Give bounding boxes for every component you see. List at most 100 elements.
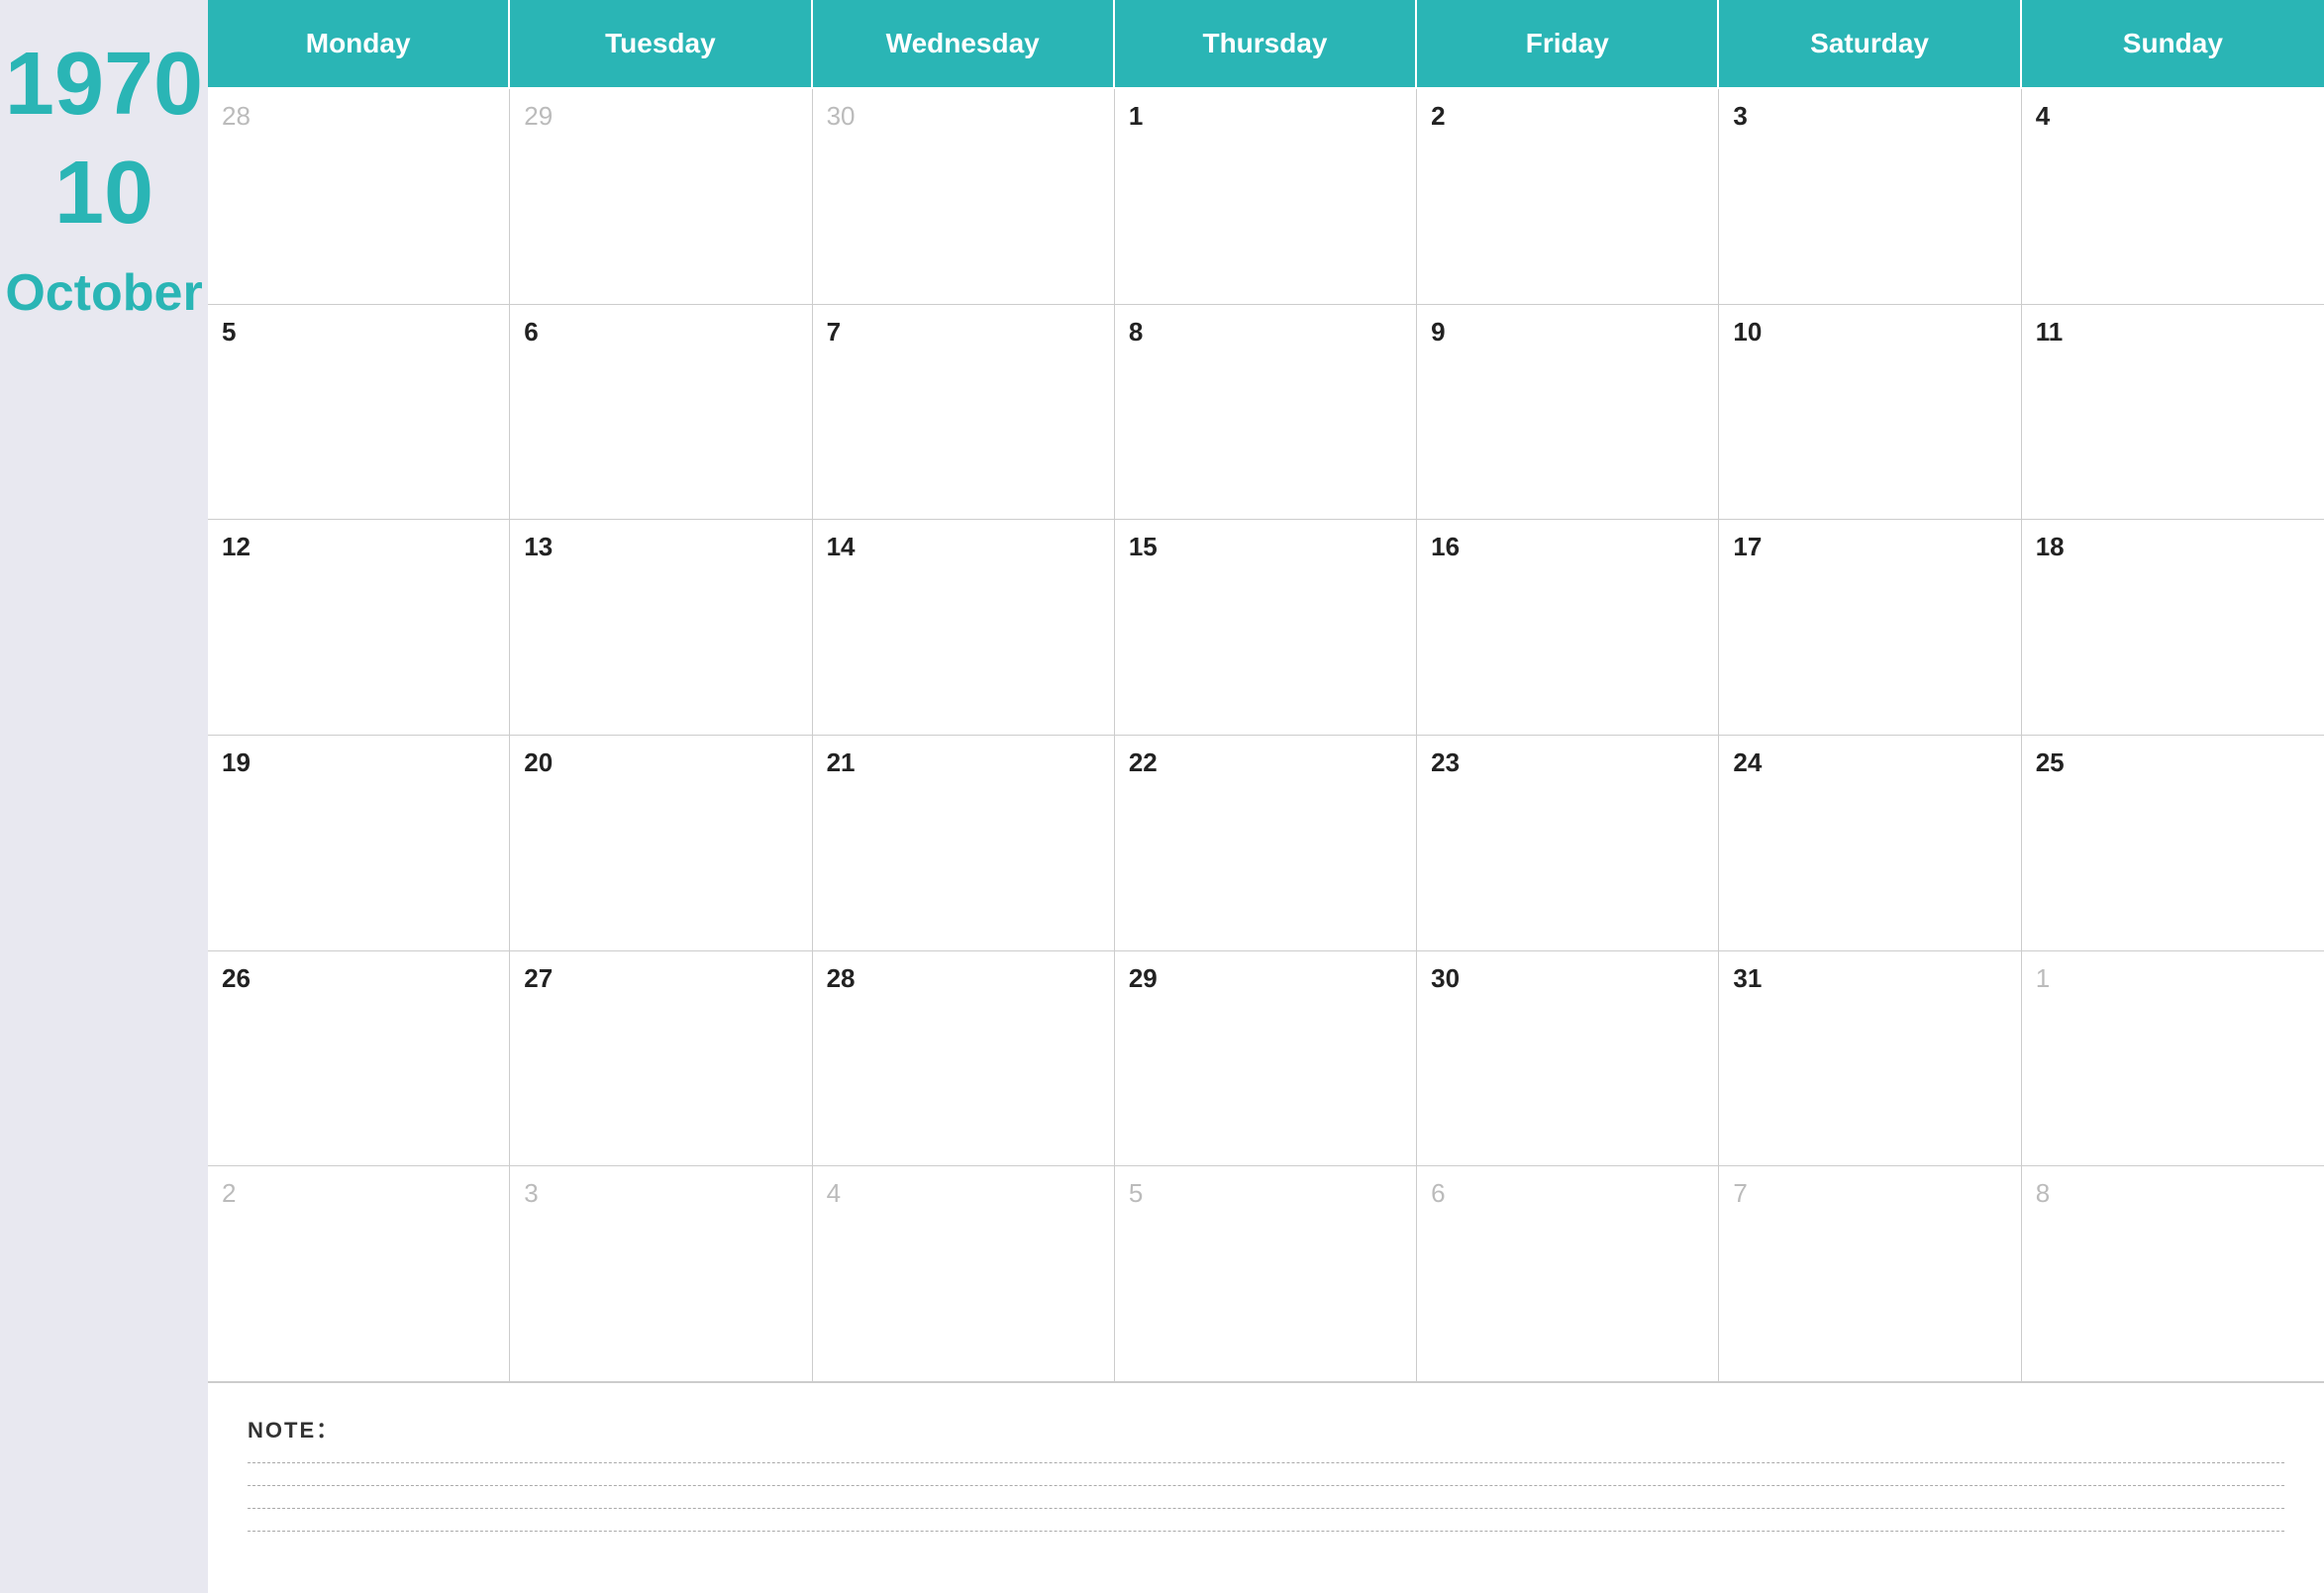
notes-line xyxy=(248,1508,2284,1509)
calendar-cell: 27 xyxy=(510,951,812,1167)
year-label: 1970 xyxy=(5,40,203,129)
calendar-cell: 7 xyxy=(1719,1166,2021,1382)
calendar-cell: 28 xyxy=(208,89,510,305)
calendar-cell: 29 xyxy=(510,89,812,305)
notes-section: NOTE： xyxy=(208,1382,2324,1593)
calendar-cell: 2 xyxy=(208,1166,510,1382)
cell-number: 15 xyxy=(1129,532,1158,561)
cell-number: 28 xyxy=(222,101,251,131)
calendar-cell: 12 xyxy=(208,520,510,736)
calendar-cell: 30 xyxy=(813,89,1115,305)
day-header-saturday: Saturday xyxy=(1719,0,2021,89)
cell-number: 11 xyxy=(2036,317,2064,347)
cell-number: 23 xyxy=(1431,747,1460,777)
day-header-monday: Monday xyxy=(208,0,510,89)
cell-number: 18 xyxy=(2036,532,2065,561)
calendar-cell: 6 xyxy=(1417,1166,1719,1382)
calendar-cell: 10 xyxy=(1719,305,2021,521)
days-header: MondayTuesdayWednesdayThursdayFridaySatu… xyxy=(208,0,2324,89)
calendar-cell: 4 xyxy=(813,1166,1115,1382)
calendar-cell: 6 xyxy=(510,305,812,521)
calendar-cell: 20 xyxy=(510,736,812,951)
calendar-cell: 18 xyxy=(2022,520,2324,736)
calendar-cell: 4 xyxy=(2022,89,2324,305)
calendar-cell: 5 xyxy=(1115,1166,1417,1382)
cell-number: 29 xyxy=(524,101,553,131)
day-header-sunday: Sunday xyxy=(2022,0,2324,89)
calendar-cell: 30 xyxy=(1417,951,1719,1167)
month-number-label: 10 xyxy=(54,149,153,238)
day-header-thursday: Thursday xyxy=(1115,0,1417,89)
cell-number: 5 xyxy=(222,317,236,347)
cell-number: 13 xyxy=(524,532,553,561)
calendar-cell: 3 xyxy=(1719,89,2021,305)
day-header-wednesday: Wednesday xyxy=(813,0,1115,89)
cell-number: 12 xyxy=(222,532,251,561)
cell-number: 1 xyxy=(2036,963,2050,993)
calendar-cell: 19 xyxy=(208,736,510,951)
cell-number: 6 xyxy=(524,317,538,347)
cell-number: 5 xyxy=(1129,1178,1143,1208)
month-name-label: October xyxy=(5,267,202,319)
cell-number: 28 xyxy=(827,963,856,993)
calendar-grid: 2829301234567891011121314151617181920212… xyxy=(208,89,2324,1382)
calendar-cell: 3 xyxy=(510,1166,812,1382)
cell-number: 7 xyxy=(1733,1178,1747,1208)
cell-number: 4 xyxy=(2036,101,2050,131)
cell-number: 26 xyxy=(222,963,251,993)
cell-number: 3 xyxy=(1733,101,1747,131)
calendar-cell: 23 xyxy=(1417,736,1719,951)
cell-number: 24 xyxy=(1733,747,1762,777)
cell-number: 4 xyxy=(827,1178,841,1208)
calendar-cell: 9 xyxy=(1417,305,1719,521)
calendar-cell: 28 xyxy=(813,951,1115,1167)
calendar-cell: 21 xyxy=(813,736,1115,951)
cell-number: 17 xyxy=(1733,532,1762,561)
cell-number: 31 xyxy=(1733,963,1762,993)
calendar-cell: 7 xyxy=(813,305,1115,521)
calendar-cell: 13 xyxy=(510,520,812,736)
calendar-cell: 8 xyxy=(1115,305,1417,521)
cell-number: 22 xyxy=(1129,747,1158,777)
day-header-friday: Friday xyxy=(1417,0,1719,89)
cell-number: 29 xyxy=(1129,963,1158,993)
cell-number: 7 xyxy=(827,317,841,347)
cell-number: 6 xyxy=(1431,1178,1445,1208)
cell-number: 2 xyxy=(1431,101,1445,131)
calendar-cell: 26 xyxy=(208,951,510,1167)
cell-number: 19 xyxy=(222,747,251,777)
cell-number: 27 xyxy=(524,963,553,993)
calendar-main: MondayTuesdayWednesdayThursdayFridaySatu… xyxy=(208,0,2324,1593)
calendar-cell: 14 xyxy=(813,520,1115,736)
sidebar: 1970 10 October xyxy=(0,0,208,1593)
calendar-container: 1970 10 October MondayTuesdayWednesdayTh… xyxy=(0,0,2324,1593)
calendar-cell: 24 xyxy=(1719,736,2021,951)
day-header-tuesday: Tuesday xyxy=(510,0,812,89)
calendar-cell: 8 xyxy=(2022,1166,2324,1382)
calendar-cell: 5 xyxy=(208,305,510,521)
notes-line xyxy=(248,1531,2284,1532)
cell-number: 3 xyxy=(524,1178,538,1208)
cell-number: 9 xyxy=(1431,317,1445,347)
cell-number: 30 xyxy=(827,101,856,131)
notes-line xyxy=(248,1485,2284,1486)
calendar-cell: 16 xyxy=(1417,520,1719,736)
notes-label: NOTE： xyxy=(248,1413,2284,1444)
cell-number: 10 xyxy=(1733,317,1762,347)
cell-number: 25 xyxy=(2036,747,2065,777)
calendar-cell: 29 xyxy=(1115,951,1417,1167)
notes-line xyxy=(248,1462,2284,1463)
calendar-cell: 1 xyxy=(2022,951,2324,1167)
cell-number: 1 xyxy=(1129,101,1143,131)
cell-number: 14 xyxy=(827,532,856,561)
calendar-cell: 17 xyxy=(1719,520,2021,736)
cell-number: 16 xyxy=(1431,532,1460,561)
cell-number: 8 xyxy=(1129,317,1143,347)
calendar-cell: 25 xyxy=(2022,736,2324,951)
calendar-cell: 15 xyxy=(1115,520,1417,736)
cell-number: 2 xyxy=(222,1178,236,1208)
cell-number: 30 xyxy=(1431,963,1460,993)
calendar-cell: 1 xyxy=(1115,89,1417,305)
cell-number: 21 xyxy=(827,747,856,777)
calendar-cell: 11 xyxy=(2022,305,2324,521)
